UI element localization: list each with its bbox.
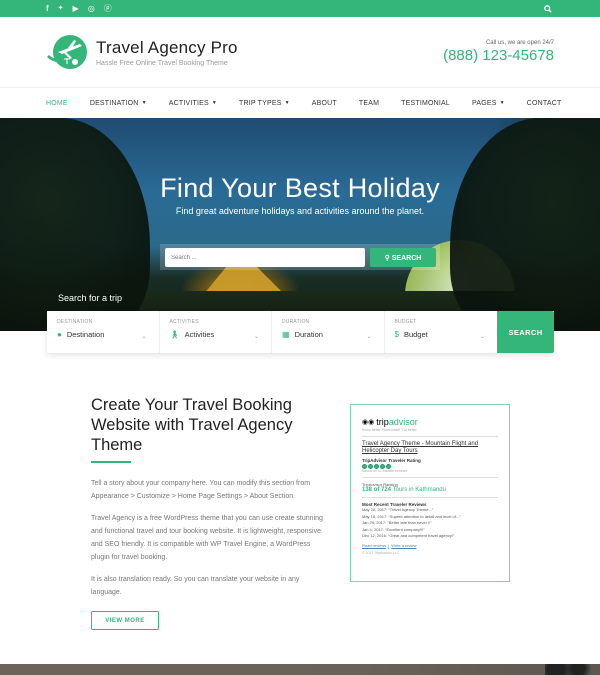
tripadvisor-logo[interactable]: ◉◉ tripadvisor — [362, 417, 498, 427]
instagram-icon[interactable]: ◎ — [88, 4, 95, 13]
review-item[interactable]: Dec 12, 2016: “Great and competent trave… — [362, 533, 498, 540]
hero-title: Find Your Best Holiday — [160, 173, 440, 203]
tour-link[interactable]: Travel Agency Theme - Mountain Flight an… — [362, 441, 498, 455]
trip-search-label: Search for a trip — [58, 293, 123, 303]
about-heading: Create Your Travel Booking Website with … — [91, 396, 293, 454]
nav-about[interactable]: ABOUT — [312, 100, 337, 107]
brand[interactable]: Travel Agency Pro Hassle Free Online Tra… — [46, 34, 238, 70]
nav-contact[interactable]: CONTACT — [527, 100, 562, 107]
trip-search-bar: DESTINATION ● Destination ⌄ ACTIVITIES 🚶︎… — [47, 311, 554, 353]
heading-underline — [91, 461, 131, 463]
duration-select[interactable]: DURATION ▦ Duration ⌄ — [272, 311, 385, 353]
dollar-icon: $ — [394, 330, 399, 339]
caret-down-icon: ▼ — [499, 100, 505, 106]
hero-banner: Find Your Best Holiday Find great advent… — [0, 118, 600, 331]
site-tagline: Hassle Free Online Travel Booking Theme — [96, 59, 228, 67]
write-review-link[interactable]: Write a review — [391, 543, 416, 548]
about-paragraph: Tell a story about your company here. Yo… — [91, 480, 311, 500]
activities-select[interactable]: ACTIVITIES 🚶︎ Activities ⌄ — [160, 311, 272, 353]
nav-team[interactable]: TEAM — [359, 100, 379, 107]
about-paragraph: Travel Agency is a free WordPress theme … — [91, 515, 323, 561]
facebook-icon[interactable]: f — [46, 4, 49, 13]
youtube-icon[interactable]: ▶ — [73, 4, 79, 13]
about-paragraph: It is also translation ready. So you can… — [91, 576, 300, 596]
trip-search-button[interactable]: SEARCH — [497, 311, 554, 353]
social-links: f ✦ ▶ ◎ ⓟ — [46, 4, 112, 13]
chevron-down-icon: ⌄ — [366, 334, 372, 340]
hero-search-button[interactable]: ⚲ SEARCH — [370, 248, 436, 267]
read-reviews-link[interactable]: Read reviews — [362, 543, 386, 548]
view-more-button[interactable]: VIEW MORE — [91, 611, 159, 630]
phone-number[interactable]: (888) 123-45678 — [443, 47, 554, 64]
logo-icon — [46, 34, 90, 70]
budget-select[interactable]: BUDGET $ Budget ⌄ — [385, 311, 498, 353]
nav-trip-types[interactable]: TRIP TYPES ▼ — [239, 100, 290, 107]
about-section: Create Your Travel Booking Website with … — [91, 395, 331, 630]
site-title[interactable]: Travel Agency Pro — [96, 38, 238, 58]
destination-select[interactable]: DESTINATION ● Destination ⌄ — [47, 311, 160, 353]
contact-info: Call us, we are open 24/7 (888) 123-4567… — [443, 40, 554, 64]
caret-down-icon: ▼ — [284, 100, 290, 106]
hero-subtitle: Find great adventure holidays and activi… — [175, 206, 425, 216]
chevron-down-icon: ⌄ — [253, 334, 259, 340]
next-section-banner — [0, 664, 600, 675]
ranking-link[interactable]: 138 of 724 Tours in Kathmandu — [362, 487, 498, 493]
main-nav: HOME DESTINATION ▼ ACTIVITIES ▼ TRIP TYPES… — [0, 87, 600, 118]
pinterest-icon[interactable]: ⓟ — [104, 4, 112, 13]
nav-home[interactable]: HOME — [46, 100, 68, 107]
nav-pages[interactable]: PAGES ▼ — [472, 100, 505, 107]
nav-testimonial[interactable]: TESTIMONIAL — [401, 100, 450, 107]
owl-icon: ◉◉ — [362, 419, 375, 426]
caret-down-icon: ▼ — [141, 100, 147, 106]
map-pin-icon: ● — [57, 330, 62, 339]
hiker-icon: 🚶︎ — [169, 330, 180, 339]
nav-destination[interactable]: DESTINATION ▼ — [90, 100, 147, 107]
chevron-down-icon: ⌄ — [479, 334, 485, 340]
tripadvisor-widget: ◉◉ tripadvisor Know better. Book better.… — [350, 404, 510, 582]
call-text: Call us, we are open 24/7 — [485, 40, 554, 46]
site-header: Travel Agency Pro Hassle Free Online Tra… — [0, 17, 600, 87]
caret-down-icon: ▼ — [211, 100, 217, 106]
top-bar: f ✦ ▶ ◎ ⓟ — [0, 0, 600, 17]
tripadvisor-copyright: © 2017 TripAdvisor LLC — [362, 550, 400, 555]
hero-search-form: ⚲ SEARCH — [160, 244, 440, 270]
twitter-icon[interactable]: ✦ — [58, 5, 64, 12]
chevron-down-icon: ⌄ — [141, 334, 147, 340]
nav-activities[interactable]: ACTIVITIES ▼ — [169, 100, 217, 107]
search-icon[interactable] — [544, 0, 552, 18]
hero-search-input[interactable] — [165, 248, 365, 267]
calendar-icon: ▦ — [282, 330, 290, 339]
